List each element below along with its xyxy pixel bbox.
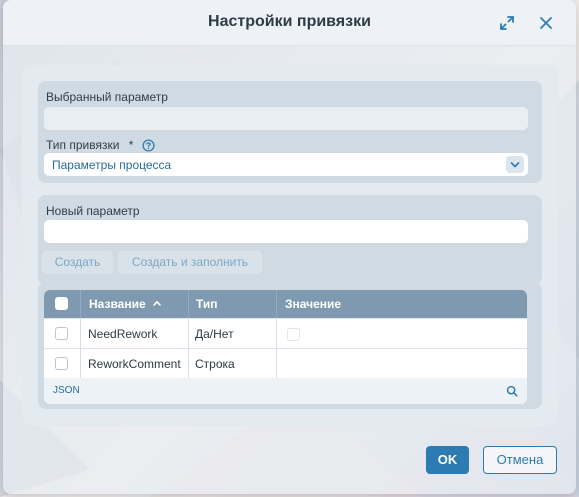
cell-divider [188, 349, 189, 379]
required-mark: * [128, 138, 134, 152]
value-checkbox[interactable] [287, 328, 300, 341]
cell-divider [188, 319, 189, 349]
selected-param-label: Выбранный параметр [46, 90, 168, 104]
cell-divider [80, 349, 81, 379]
table-header: Название Тип Значение [44, 290, 527, 318]
new-param-label: Новый параметр [46, 204, 140, 218]
dialog-body: Выбранный параметр Тип привязки * Параме… [22, 65, 558, 426]
cell-divider [276, 319, 277, 349]
close-icon[interactable] [538, 15, 554, 31]
cell-type: Да/Нет [195, 327, 234, 341]
new-param-input[interactable] [44, 220, 528, 243]
ok-button[interactable]: OK [426, 446, 469, 474]
cancel-button[interactable]: Отмена [483, 446, 557, 474]
binding-type-dropdown-button[interactable] [506, 156, 524, 173]
create-button[interactable]: Создать [42, 251, 113, 274]
create-and-fill-button[interactable]: Создать и заполнить [118, 251, 262, 274]
params-table-card: Название Тип Значение NeedRework Да/Нет … [38, 282, 542, 409]
json-link[interactable]: JSON [53, 385, 80, 396]
select-all-checkbox[interactable] [55, 297, 68, 310]
cell-divider [276, 349, 277, 379]
binding-type-select[interactable]: Параметры процесса [44, 153, 528, 176]
column-header-name[interactable]: Название [89, 297, 162, 311]
header-divider [80, 290, 81, 318]
cell-type: Строка [195, 357, 235, 371]
cell-divider [80, 319, 81, 349]
table-row[interactable]: NeedRework Да/Нет [44, 318, 527, 349]
table-row[interactable]: ReworkComment Строка [44, 348, 527, 379]
binding-type-label: Тип привязки * [46, 138, 134, 152]
cell-name: ReworkComment [88, 357, 181, 371]
selected-param-card: Выбранный параметр Тип привязки * Параме… [38, 81, 542, 183]
dialog-header: Настройки привязки [3, 0, 576, 46]
help-icon[interactable] [142, 139, 155, 152]
search-icon[interactable] [506, 385, 518, 397]
table-footer: JSON [44, 378, 527, 404]
header-divider [276, 290, 277, 318]
column-header-type[interactable]: Тип [196, 297, 218, 311]
chevron-down-icon [510, 162, 520, 168]
row-checkbox[interactable] [55, 357, 68, 370]
new-param-card: Новый параметр Создать Создать и заполни… [38, 195, 542, 285]
header-divider [188, 290, 189, 318]
sort-asc-icon [153, 301, 161, 306]
expand-icon[interactable] [499, 15, 515, 31]
column-header-value[interactable]: Значение [285, 297, 341, 311]
cell-name: NeedRework [88, 327, 158, 341]
row-checkbox[interactable] [55, 327, 68, 340]
binding-type-value: Параметры процесса [52, 158, 172, 172]
binding-settings-dialog: Настройки привязки Выбранный параметр Ти… [3, 0, 576, 494]
selected-param-field [44, 107, 528, 130]
params-table: Название Тип Значение NeedRework Да/Нет … [44, 290, 527, 404]
dialog-title: Настройки привязки [208, 13, 371, 30]
